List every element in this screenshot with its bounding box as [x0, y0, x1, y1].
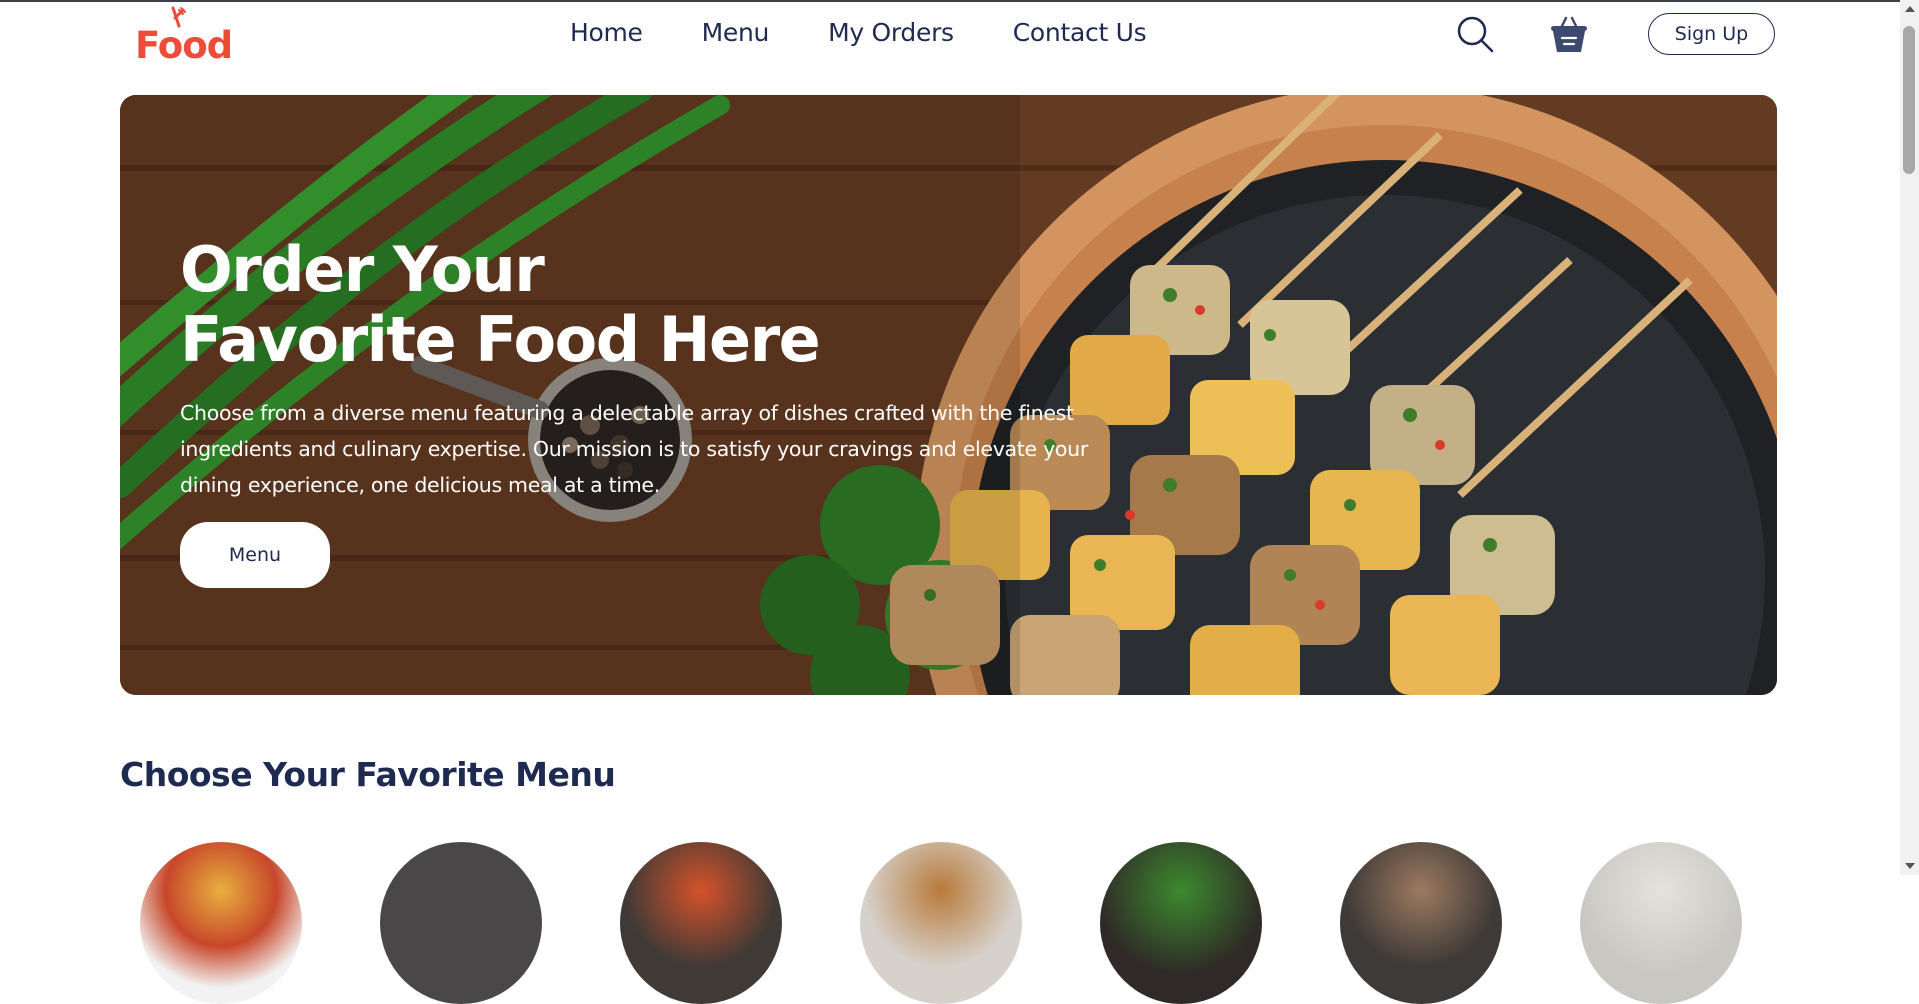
scroll-down-arrow-icon[interactable] — [1905, 863, 1915, 869]
scroll-up-arrow-icon[interactable] — [1905, 6, 1915, 12]
hero-content: Order Your Favorite Food Here Choose fro… — [180, 235, 1100, 503]
basket-icon[interactable] — [1549, 14, 1589, 54]
scrollbar-thumb[interactable] — [1903, 26, 1915, 174]
menu-category-item[interactable] — [860, 842, 1022, 1004]
sign-up-button[interactable]: Sign Up — [1648, 13, 1775, 55]
nav-link-contact-us[interactable]: Contact Us — [1013, 18, 1147, 47]
menu-category-item[interactable] — [620, 842, 782, 1004]
nav-link-home[interactable]: Home — [570, 18, 643, 47]
hero-title: Order Your Favorite Food Here — [180, 235, 1100, 375]
hero-title-line-1: Order Your — [180, 233, 545, 306]
menu-section-title: Choose Your Favorite Menu — [120, 755, 616, 794]
hero-description: Choose from a diverse menu featuring a d… — [180, 401, 1088, 497]
navbar: Food Home Menu My Orders Contact Us Sign… — [0, 0, 1900, 94]
logo-text: Food — [135, 24, 233, 67]
menu-category-item[interactable] — [380, 842, 542, 1004]
menu-category-item[interactable] — [140, 842, 302, 1004]
search-icon[interactable] — [1455, 14, 1495, 54]
logo[interactable]: Food — [135, 4, 233, 68]
hero-banner: Order Your Favorite Food Here Choose fro… — [120, 95, 1777, 695]
nav-links: Home Menu My Orders Contact Us — [570, 18, 1205, 47]
hero-title-line-2: Favorite Food Here — [180, 303, 821, 376]
nav-link-my-orders[interactable]: My Orders — [828, 18, 954, 47]
menu-category-list — [140, 842, 1780, 1004]
menu-button[interactable]: Menu — [180, 522, 330, 588]
page-scrollbar[interactable] — [1900, 0, 1919, 875]
menu-category-item[interactable] — [1340, 842, 1502, 1004]
menu-category-item[interactable] — [1100, 842, 1262, 1004]
nav-link-menu[interactable]: Menu — [702, 18, 770, 47]
menu-category-item[interactable] — [1580, 842, 1742, 1004]
